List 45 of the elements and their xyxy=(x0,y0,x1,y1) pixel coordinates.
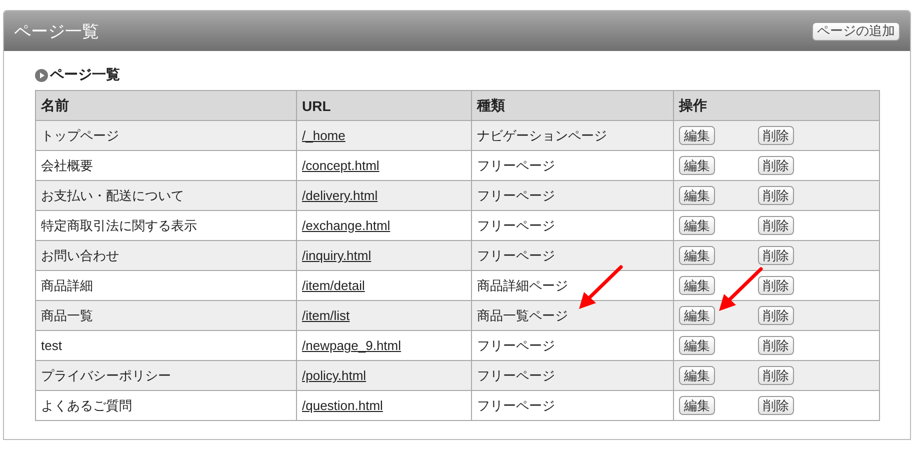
name-cell: お支払い・配送について xyxy=(36,180,296,210)
name-cell: お問い合わせ xyxy=(36,240,296,270)
name-cell: トップページ xyxy=(36,120,296,150)
edit-button[interactable]: 編集 xyxy=(679,216,715,235)
type-cell: フリーページ xyxy=(472,390,674,420)
column-header: 名前 xyxy=(36,90,296,120)
delete-button[interactable]: 削除 xyxy=(758,366,794,385)
edit-button[interactable]: 編集 xyxy=(679,156,715,175)
column-header: 操作 xyxy=(674,90,880,120)
delete-button[interactable]: 削除 xyxy=(758,156,794,175)
play-icon xyxy=(35,68,48,82)
delete-button[interactable]: 削除 xyxy=(758,126,794,145)
edit-button[interactable]: 編集 xyxy=(679,336,715,355)
panel-title: ページ一覧 xyxy=(14,20,99,42)
edit-button[interactable]: 編集 xyxy=(679,186,715,205)
name-cell: よくあるご質問 xyxy=(36,390,296,420)
name-cell: 商品一覧 xyxy=(36,300,296,330)
type-cell: フリーページ xyxy=(472,360,674,390)
section-title: ページ一覧 xyxy=(50,66,120,84)
delete-button[interactable]: 削除 xyxy=(758,246,794,265)
type-cell: 商品一覧ページ xyxy=(472,300,674,330)
edit-button[interactable]: 編集 xyxy=(679,396,715,415)
edit-button[interactable]: 編集 xyxy=(679,276,715,295)
edit-button[interactable]: 編集 xyxy=(679,306,715,325)
delete-button[interactable]: 削除 xyxy=(758,396,794,415)
url-link[interactable]: /policy.html xyxy=(302,368,366,383)
delete-button[interactable]: 削除 xyxy=(758,306,794,325)
url-link[interactable]: /inquiry.html xyxy=(302,248,372,263)
delete-button[interactable]: 削除 xyxy=(758,186,794,205)
url-link[interactable]: /item/detail xyxy=(302,278,365,293)
url-link[interactable]: /item/list xyxy=(302,308,350,323)
type-cell: フリーページ xyxy=(472,180,674,210)
delete-button[interactable]: 削除 xyxy=(758,336,794,355)
column-header: URL xyxy=(296,90,472,120)
add-page-button[interactable]: ページの追加 xyxy=(812,22,900,40)
column-header: 種類 xyxy=(472,90,674,120)
type-cell: ナビゲーションページ xyxy=(472,120,674,150)
type-cell: フリーページ xyxy=(472,240,674,270)
edit-button[interactable]: 編集 xyxy=(679,126,715,145)
name-cell: プライバシーポリシー xyxy=(36,360,296,390)
url-link[interactable]: /_home xyxy=(302,128,346,143)
edit-button[interactable]: 編集 xyxy=(679,246,715,265)
delete-button[interactable]: 削除 xyxy=(758,216,794,235)
edit-button[interactable]: 編集 xyxy=(679,366,715,385)
delete-button[interactable]: 削除 xyxy=(758,276,794,295)
